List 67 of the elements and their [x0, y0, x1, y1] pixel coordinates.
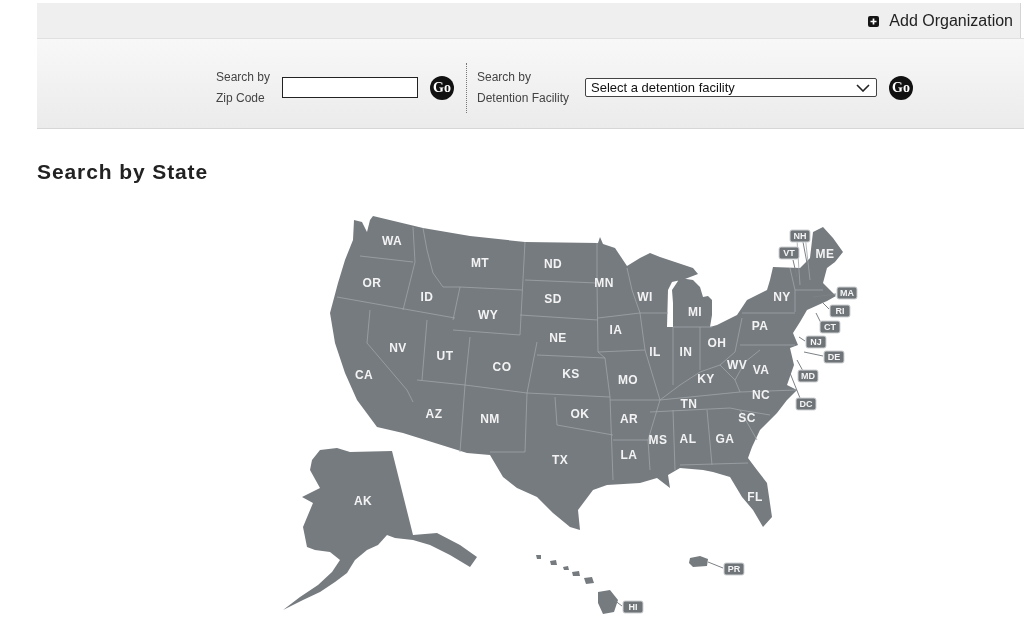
state-label[interactable]: NV [389, 341, 407, 356]
state-label[interactable]: MN [594, 276, 614, 291]
state-label[interactable]: MO [617, 373, 639, 388]
state-label[interactable]: IN [679, 345, 693, 360]
state-tag[interactable]: CT [819, 320, 841, 334]
state-tag[interactable]: PR [723, 562, 745, 576]
leader-line [798, 336, 806, 342]
state-label[interactable]: IA [609, 323, 623, 338]
state-label[interactable]: WA [381, 234, 403, 249]
state-label[interactable]: TN [680, 397, 698, 412]
state-label[interactable]: AR [619, 412, 639, 427]
state-label[interactable]: NY [773, 290, 791, 305]
state-label[interactable]: LA [620, 448, 638, 463]
state-tag[interactable]: RI [829, 304, 851, 318]
leader-line [707, 561, 724, 569]
zip-code-label: Search by Zip Code [216, 68, 272, 107]
state-label[interactable]: MI [687, 305, 703, 320]
leader-line [802, 241, 808, 264]
state-label[interactable]: SD [544, 292, 562, 307]
state-label[interactable]: OH [707, 336, 727, 351]
facility-dropdown[interactable]: Select a detention facility [585, 78, 877, 97]
state-label[interactable]: WV [726, 358, 748, 373]
state-label[interactable]: CA [354, 368, 374, 383]
state-label[interactable]: WY [477, 308, 499, 323]
state-label[interactable]: AK [353, 494, 373, 509]
leader-line [822, 302, 830, 310]
state-tag[interactable]: MA [836, 286, 858, 300]
state-label[interactable]: UT [436, 349, 454, 364]
state-label[interactable]: AL [679, 432, 697, 447]
state-label[interactable]: KY [697, 372, 715, 387]
state-label[interactable]: NC [751, 388, 771, 403]
state-label[interactable]: ND [543, 257, 563, 272]
chevron-down-icon [856, 83, 870, 92]
state-label[interactable]: OK [570, 407, 590, 422]
go-button[interactable]: Go [889, 75, 913, 100]
state-tag[interactable]: NJ [805, 335, 827, 349]
state-label[interactable]: KS [562, 367, 580, 382]
state-tag[interactable]: HI [622, 600, 644, 614]
state-label[interactable]: CO [492, 360, 512, 375]
state-tag[interactable]: VT [778, 246, 800, 260]
state-label[interactable]: OR [362, 276, 382, 291]
section-heading: Search by State [37, 159, 209, 185]
go-button[interactable]: Go [430, 75, 454, 100]
state-tag[interactable]: MD [797, 369, 819, 383]
state-label[interactable]: VA [752, 363, 770, 378]
state-label[interactable]: TX [551, 453, 569, 468]
facility-label: Search by Detention Facility [477, 68, 571, 107]
state-label[interactable]: SC [738, 411, 756, 426]
state-label[interactable]: ME [815, 247, 835, 262]
state-label[interactable]: MS [648, 433, 668, 448]
state-label[interactable]: GA [715, 432, 735, 447]
state-label[interactable]: PA [751, 319, 769, 334]
state-label[interactable]: WI [637, 290, 653, 305]
state-label[interactable]: FL [747, 490, 763, 505]
plus-square-icon [868, 15, 880, 27]
state-label[interactable]: MT [470, 256, 490, 271]
state-tag[interactable]: DC [795, 397, 817, 411]
state-label[interactable]: NM [480, 412, 500, 427]
state-label[interactable]: NE [549, 331, 567, 346]
add-organization-link[interactable]: Add Organization [868, 11, 1013, 30]
state-label[interactable]: AZ [425, 407, 443, 422]
state-tag[interactable]: NH [789, 229, 811, 243]
zip-code-input[interactable] [282, 77, 418, 98]
state-label[interactable]: IL [649, 345, 661, 360]
state-label[interactable]: ID [420, 290, 434, 305]
leader-line [803, 351, 824, 357]
state-tag[interactable]: DE [823, 350, 845, 364]
